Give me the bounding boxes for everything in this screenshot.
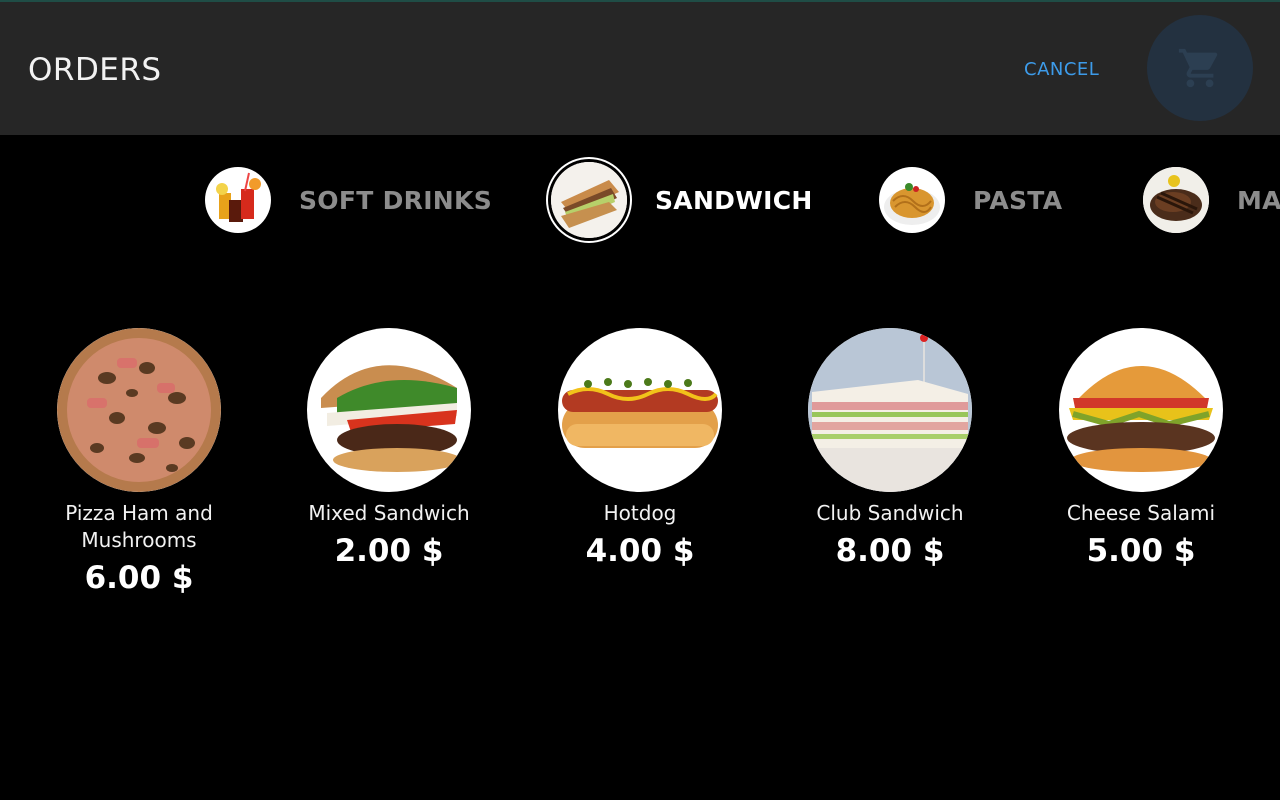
soft-drinks-image bbox=[205, 167, 271, 233]
pasta-image bbox=[879, 167, 945, 233]
pizza-image bbox=[57, 328, 221, 492]
category-label: SOFT DRINKS bbox=[299, 185, 492, 215]
product-grid: Pizza Ham and Mushrooms 6.00 $ Mixed San… bbox=[0, 328, 1280, 628]
product-price: 2.00 $ bbox=[334, 533, 444, 569]
product-name: Mixed Sandwich bbox=[308, 501, 470, 525]
meat-image bbox=[1143, 167, 1209, 233]
sandwich-image bbox=[551, 162, 627, 238]
product-card[interactable]: Hotdog 4.00 $ bbox=[530, 328, 750, 569]
hotdog-image bbox=[558, 328, 722, 492]
product-card[interactable]: Mixed Sandwich 2.00 $ bbox=[279, 328, 499, 569]
cart-button[interactable] bbox=[1147, 15, 1253, 121]
product-name: Cheese Salami bbox=[1066, 501, 1216, 525]
page-title: ORDERS bbox=[28, 52, 162, 88]
product-card[interactable]: Pizza Ham and Mushrooms 6.00 $ bbox=[29, 328, 249, 596]
cancel-button[interactable]: CANCEL bbox=[1024, 59, 1099, 80]
product-name: Club Sandwich bbox=[816, 501, 964, 525]
product-card[interactable]: Cheese Salami 5.00 $ bbox=[1031, 328, 1251, 569]
product-price: 4.00 $ bbox=[585, 533, 695, 569]
product-card[interactable]: Club Sandwich 8.00 $ bbox=[780, 328, 1000, 569]
category-soft-drinks[interactable]: SOFT DRINKS bbox=[205, 150, 492, 250]
category-meat[interactable]: MA bbox=[1143, 150, 1280, 250]
club-sandwich-image bbox=[808, 328, 972, 492]
product-price: 6.00 $ bbox=[84, 560, 194, 596]
category-label: MA bbox=[1237, 185, 1280, 215]
product-name: Hotdog bbox=[603, 501, 677, 525]
category-label: PASTA bbox=[973, 185, 1063, 215]
category-label: SANDWICH bbox=[655, 185, 813, 215]
product-price: 8.00 $ bbox=[835, 533, 945, 569]
cheeseburger-image bbox=[1059, 328, 1223, 492]
app-header: ORDERS CANCEL bbox=[0, 2, 1280, 135]
shopping-cart-icon bbox=[1177, 45, 1223, 91]
category-bar: SOFT DRINKS SANDWICH PASTA MA bbox=[0, 150, 1280, 250]
product-price: 5.00 $ bbox=[1086, 533, 1196, 569]
product-name: Pizza Ham and Mushrooms bbox=[65, 501, 213, 552]
burger-image bbox=[307, 328, 471, 492]
category-sandwich[interactable]: SANDWICH bbox=[551, 150, 813, 250]
category-pasta[interactable]: PASTA bbox=[879, 150, 1062, 250]
